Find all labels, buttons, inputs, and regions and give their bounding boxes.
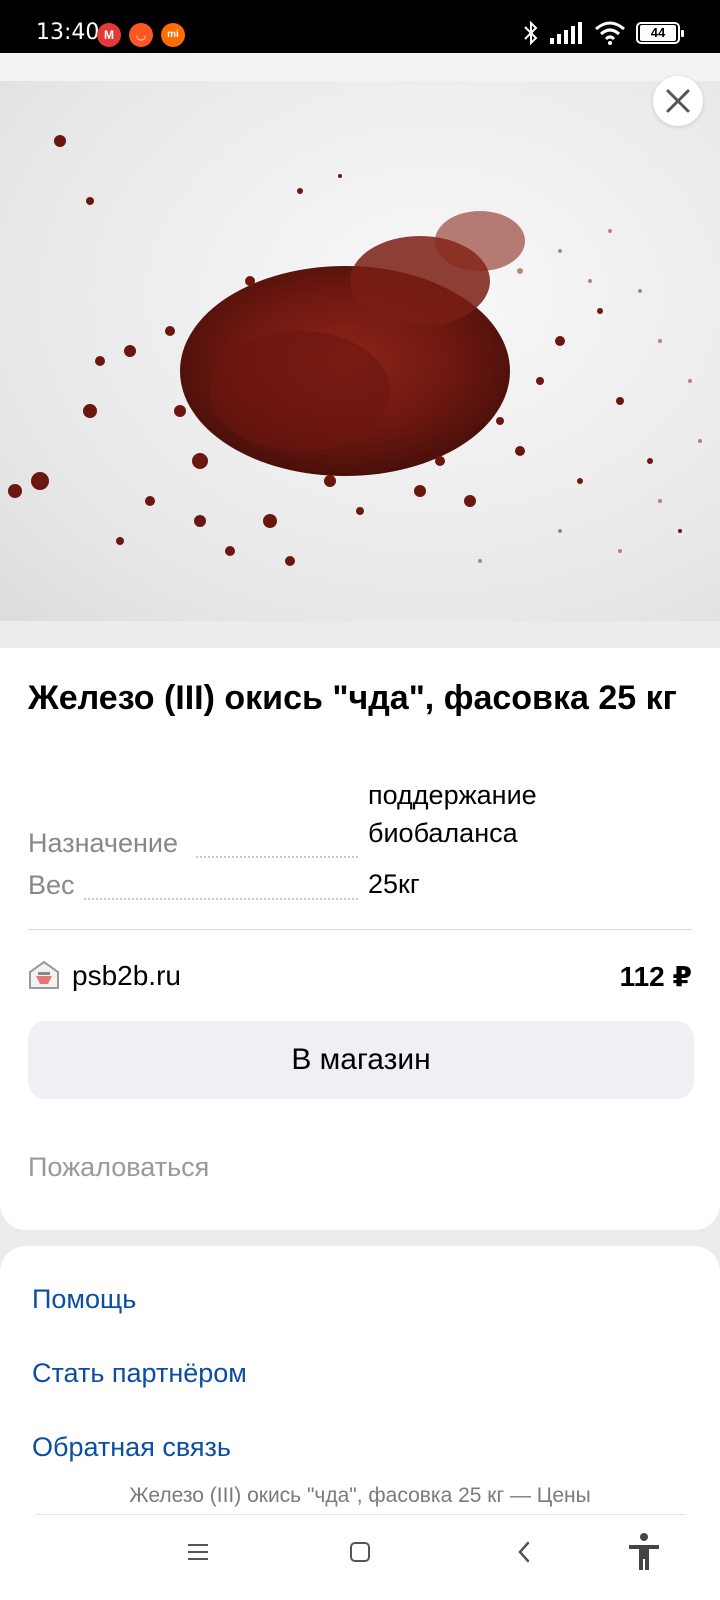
go-to-store-button[interactable]: В магазин (28, 1021, 694, 1099)
divider (28, 929, 692, 930)
status-right-group: 44 (522, 20, 684, 46)
price: 112 ₽ (619, 961, 692, 992)
gmail-icon: M (97, 23, 121, 47)
spec-dots (84, 898, 358, 900)
complain-link[interactable]: Пожаловаться (28, 1152, 209, 1183)
mi-icon: mi (161, 23, 185, 47)
spec-label: Вес (28, 870, 75, 900)
accessibility-icon (629, 1533, 659, 1570)
powder-illustration (8, 135, 702, 566)
shop-row[interactable]: psb2b.ru 112 ₽ (28, 956, 692, 996)
status-bar: 13:40 M ◡ mi 44 (0, 0, 720, 53)
nav-accessibility-button[interactable] (616, 1524, 672, 1580)
nav-back-button[interactable] (496, 1524, 552, 1580)
spec-value: 25кг (368, 869, 420, 899)
nav-home-button[interactable] (332, 1524, 388, 1580)
back-icon (518, 1541, 530, 1563)
top-strip (0, 53, 720, 81)
menu-icon (188, 1544, 208, 1560)
footer-link-help[interactable]: Помощь (32, 1284, 136, 1315)
battery-level: 44 (640, 25, 676, 41)
close-button[interactable] (653, 76, 703, 126)
spec-row-weight: Вес 25кг (28, 869, 692, 910)
product-card: Железо (III) окись "чда", фасовка 25 кг … (0, 648, 720, 1230)
close-icon (666, 89, 690, 113)
shop-logo-icon (29, 960, 59, 989)
spec-label: Назначение (28, 828, 179, 858)
product-title: Железо (III) окись "чда", фасовка 25 кг (28, 679, 677, 717)
spec-value: поддержание биобаланса (368, 780, 537, 848)
footer-link-partner[interactable]: Стать партнёром (32, 1358, 247, 1389)
aliexpress-icon: ◡ (129, 23, 153, 47)
battery-icon: 44 (636, 22, 684, 44)
spec-dots (196, 856, 358, 858)
bluetooth-icon (524, 20, 538, 46)
nav-bar (0, 1504, 720, 1600)
spec-row-purpose: Назначение поддержание биобаланса (28, 778, 692, 868)
shop-name: psb2b.ru (72, 960, 181, 991)
footer-link-feedback[interactable]: Обратная связь (32, 1432, 231, 1463)
home-icon (350, 1542, 370, 1562)
wifi-icon (595, 21, 625, 45)
product-image (0, 81, 720, 621)
nav-menu-button[interactable] (170, 1524, 226, 1580)
status-time: 13:40 (36, 20, 100, 45)
signal-icon (550, 22, 582, 44)
